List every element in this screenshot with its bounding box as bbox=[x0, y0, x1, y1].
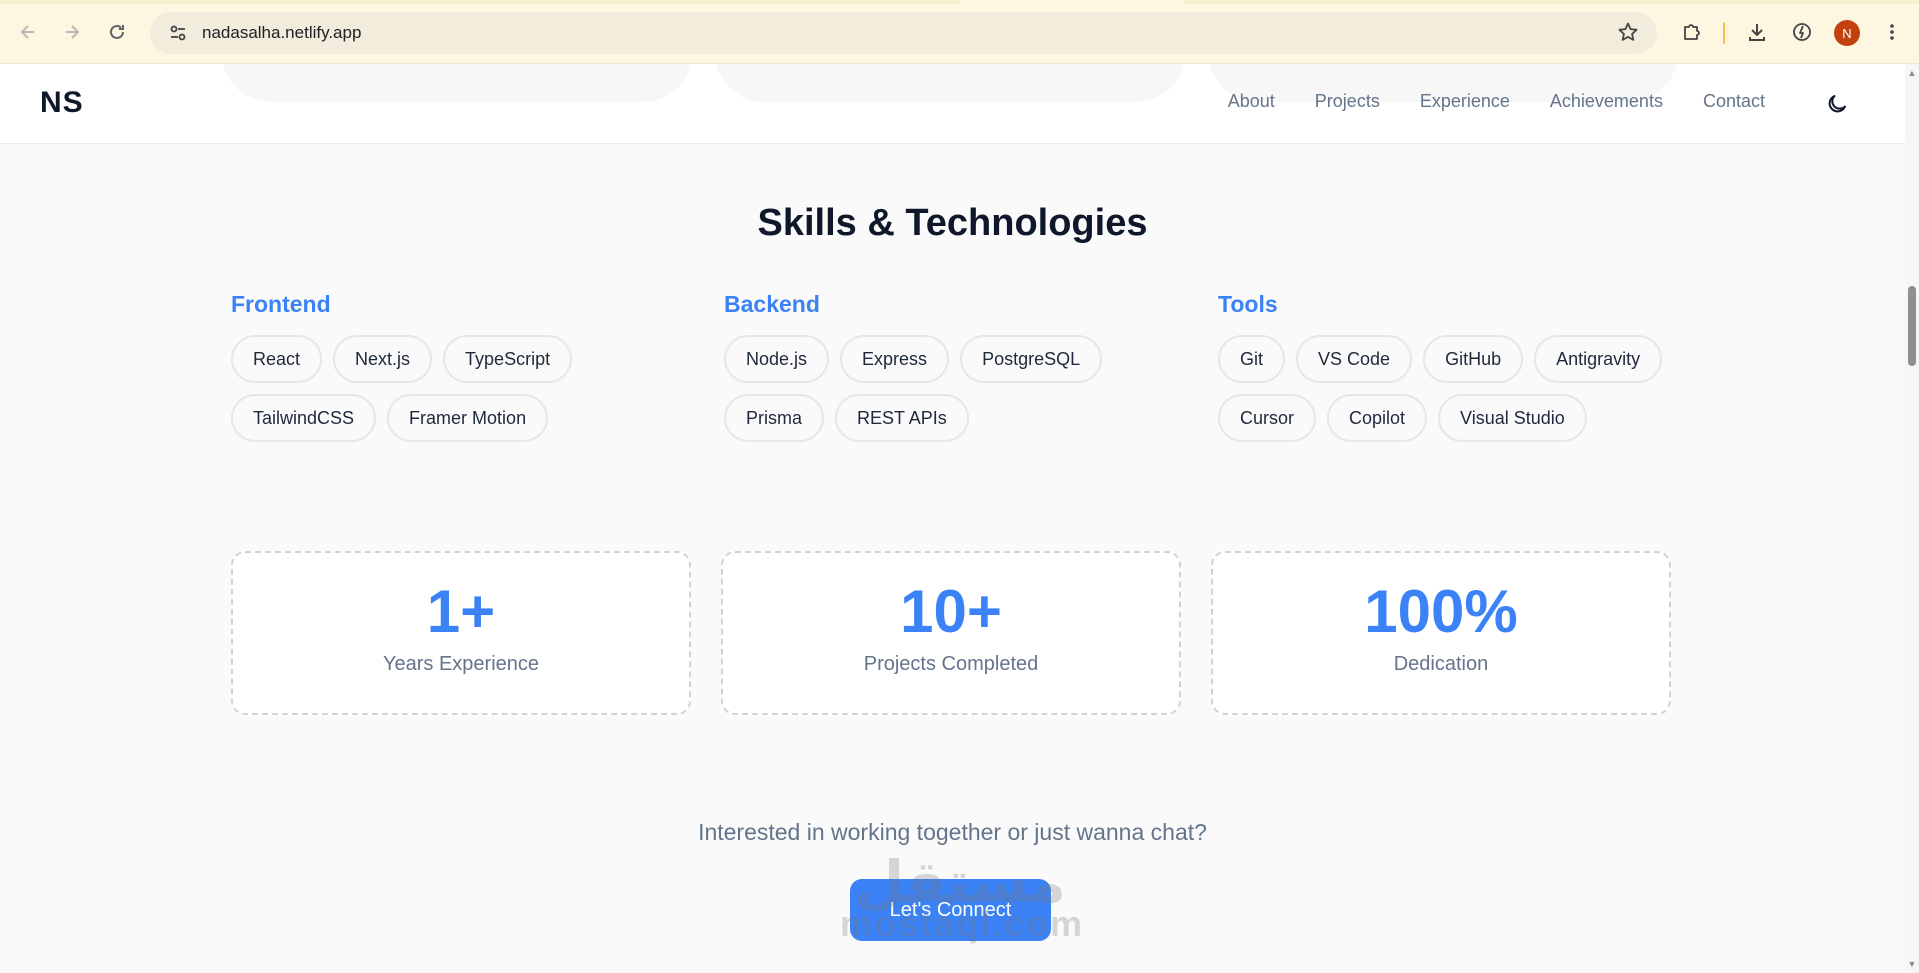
skill-chip: Cursor bbox=[1218, 394, 1317, 442]
main-nav: About Projects Experience Achievements C… bbox=[1228, 91, 1765, 112]
skill-chip: Node.js bbox=[724, 335, 830, 383]
skills-section-title: Skills & Technologies bbox=[757, 202, 1148, 244]
skill-column-frontend: Frontend React Next.js TypeScript Tailwi… bbox=[231, 291, 701, 442]
skill-column-tools: Tools Git VS Code GitHub Antigravity Cur… bbox=[1218, 291, 1688, 442]
bookmark-button[interactable] bbox=[1617, 21, 1639, 48]
tune-icon bbox=[170, 25, 186, 41]
scroll-down-arrow-icon[interactable]: ▼ bbox=[1907, 959, 1917, 969]
cta-text: Interested in working together or just w… bbox=[698, 819, 1207, 845]
nav-link-contact[interactable]: Contact bbox=[1703, 91, 1765, 112]
stat-value: 10+ bbox=[900, 578, 1002, 645]
skill-chip: GitHub bbox=[1423, 335, 1524, 383]
stat-label: Projects Completed bbox=[863, 653, 1039, 675]
nav-link-projects[interactable]: Projects bbox=[1315, 91, 1380, 112]
theme-toggle-button[interactable] bbox=[1822, 89, 1852, 119]
puzzle-icon bbox=[1684, 24, 1700, 40]
skill-chip: Antigravity bbox=[1534, 335, 1663, 383]
forward-button[interactable] bbox=[57, 17, 87, 47]
browser-menu-button[interactable] bbox=[1877, 17, 1907, 47]
stat-value: 100% bbox=[1364, 578, 1518, 645]
skill-chip: Copilot bbox=[1327, 394, 1428, 442]
skill-chip: Visual Studio bbox=[1438, 394, 1587, 442]
download-icon bbox=[1749, 24, 1765, 41]
browser-toolbar: nadasalha.netlify.app N bbox=[0, 0, 1919, 64]
nav-link-about[interactable]: About bbox=[1228, 91, 1275, 112]
stat-value: 1+ bbox=[426, 578, 496, 645]
nav-link-experience[interactable]: Experience bbox=[1420, 91, 1510, 112]
moon-icon bbox=[1828, 95, 1846, 113]
profile-avatar[interactable]: N bbox=[1834, 20, 1860, 46]
skill-column-backend: Backend Node.js Express PostgreSQL Prism… bbox=[724, 291, 1194, 442]
toolbar-divider bbox=[1723, 22, 1725, 44]
skill-chip: TypeScript bbox=[443, 335, 573, 383]
arrow-left-icon bbox=[20, 25, 34, 39]
page-scrollbar[interactable]: ▲ ▼ bbox=[1905, 64, 1919, 973]
site-logo[interactable]: NS bbox=[40, 86, 84, 120]
skill-chip: Git bbox=[1218, 335, 1286, 383]
stat-card-projects: 10+ Projects Completed bbox=[721, 551, 1181, 715]
skill-column-heading: Tools bbox=[1218, 291, 1278, 317]
skill-chip: TailwindCSS bbox=[231, 394, 377, 442]
url-text[interactable]: nadasalha.netlify.app bbox=[202, 23, 361, 43]
skill-chip-list: React Next.js TypeScript TailwindCSS Fra… bbox=[231, 335, 701, 442]
active-tab-edge bbox=[960, 0, 1185, 4]
skill-chip: React bbox=[231, 335, 323, 383]
reload-button[interactable] bbox=[102, 17, 132, 47]
header-backdrop-shape bbox=[715, 64, 1185, 102]
skill-chip: Framer Motion bbox=[387, 394, 549, 442]
address-bar[interactable]: nadasalha.netlify.app bbox=[150, 12, 1657, 54]
downloads-button[interactable] bbox=[1742, 17, 1772, 47]
skill-column-heading: Frontend bbox=[231, 291, 331, 317]
back-button[interactable] bbox=[13, 17, 43, 47]
skill-chip: Express bbox=[840, 335, 950, 383]
skill-chip: VS Code bbox=[1296, 335, 1413, 383]
stat-card-experience: 1+ Years Experience bbox=[231, 551, 691, 715]
scrollbar-thumb[interactable] bbox=[1908, 286, 1916, 366]
skill-chip: REST APIs bbox=[835, 394, 969, 442]
header-backdrop-shape bbox=[222, 64, 692, 102]
lets-connect-button[interactable]: Let's Connect bbox=[850, 879, 1051, 941]
skill-chip: Prisma bbox=[724, 394, 825, 442]
arrow-right-icon bbox=[66, 25, 80, 39]
skill-chip-list: Git VS Code GitHub Antigravity Cursor Co… bbox=[1218, 335, 1688, 442]
extensions-button[interactable] bbox=[1677, 17, 1707, 47]
page-viewport: NS About Projects Experience Achievement… bbox=[0, 64, 1905, 973]
skill-column-heading: Backend bbox=[724, 291, 820, 317]
speed-icon bbox=[1793, 23, 1811, 41]
performance-button[interactable] bbox=[1787, 17, 1817, 47]
site-info-button[interactable] bbox=[156, 23, 200, 43]
stat-card-dedication: 100% Dedication bbox=[1211, 551, 1671, 715]
nav-link-achievements[interactable]: Achievements bbox=[1550, 91, 1663, 112]
skill-chip-list: Node.js Express PostgreSQL Prisma REST A… bbox=[724, 335, 1194, 442]
site-header: NS About Projects Experience Achievement… bbox=[0, 64, 1905, 144]
skill-chip: PostgreSQL bbox=[960, 335, 1103, 383]
star-icon bbox=[1618, 22, 1638, 41]
reload-icon bbox=[110, 24, 124, 39]
stat-label: Years Experience bbox=[382, 653, 540, 675]
scroll-up-arrow-icon[interactable]: ▲ bbox=[1907, 68, 1917, 78]
stat-label: Dedication bbox=[1393, 653, 1489, 675]
kebab-menu-icon bbox=[1890, 24, 1894, 40]
skill-chip: Next.js bbox=[333, 335, 433, 383]
